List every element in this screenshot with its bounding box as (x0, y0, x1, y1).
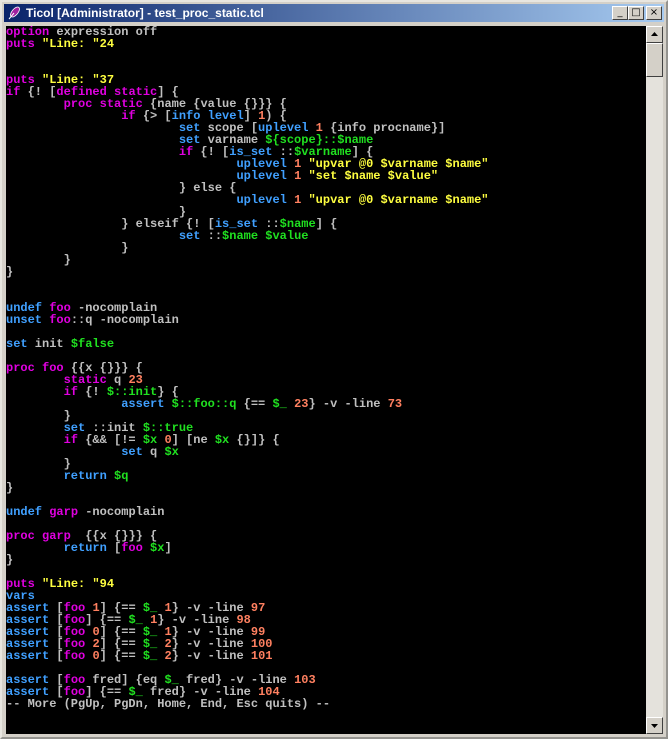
close-button[interactable]: × (646, 6, 662, 20)
code-token: } (6, 253, 71, 267)
console-line: } (6, 254, 646, 266)
code-token: 73 (387, 397, 403, 411)
console-line: unset foo::q -nocomplain (6, 314, 646, 326)
code-token: return (63, 469, 107, 483)
code-token: "set $name $value" (308, 169, 439, 183)
console-line: return [foo $x] (6, 542, 646, 554)
console-output[interactable]: option expression off puts "Line: "24 put… (6, 26, 646, 734)
console-line: set init $false (6, 338, 646, 350)
code-token: garp (49, 505, 79, 519)
code-token: {== (236, 397, 273, 411)
code-token: ::q -nocomplain (70, 313, 179, 327)
code-listing: option expression off puts "Line: "24 put… (6, 26, 646, 710)
console-line: assert [foo 0] {== $_ 2} -v -line 101 (6, 650, 646, 662)
code-token: ] { (315, 217, 338, 231)
code-token: 23 (294, 397, 309, 411)
code-token: init (27, 337, 71, 351)
code-token: $_ (272, 397, 287, 411)
code-token: "upvar @0 $varname $name" (308, 193, 489, 207)
code-token: [ (106, 541, 122, 555)
console-line: return $q (6, 470, 646, 482)
console-line: puts "Line: "24 (6, 38, 646, 50)
title-bar[interactable]: Ticol [Administrator] - test_proc_static… (4, 4, 664, 22)
code-token: 97 (250, 601, 266, 615)
code-token: $_ (142, 649, 158, 663)
code-token: } -v -line (308, 397, 388, 411)
code-token: $x (164, 445, 179, 459)
arrow-down-icon (651, 724, 658, 728)
console-line: } (6, 242, 646, 254)
code-token: 103 (294, 673, 316, 687)
scroll-down-button[interactable] (646, 717, 663, 734)
console-window: Ticol [Administrator] - test_proc_static… (0, 0, 668, 739)
code-token: $false (70, 337, 115, 351)
code-token: $x (214, 433, 230, 447)
scroll-up-button[interactable] (646, 26, 663, 43)
code-token: } -v -line (171, 649, 251, 663)
console-line: } (6, 482, 646, 494)
window-title: Ticol [Administrator] - test_proc_static… (26, 6, 264, 20)
code-token: :: (200, 229, 223, 243)
console-line: assert $::foo::q {== $_ 23} -v -line 73 (6, 398, 646, 410)
code-token: return (63, 541, 107, 555)
console-line: } (6, 266, 646, 278)
code-token: 0 (92, 649, 100, 663)
code-token: ] (164, 541, 172, 555)
console-line: puts "Line: "94 (6, 578, 646, 590)
code-token: $x (150, 541, 165, 555)
code-token: $name (222, 229, 259, 243)
console-line: } (6, 554, 646, 566)
code-token: [ (49, 649, 64, 663)
feather-pen-icon (8, 6, 20, 20)
code-token: ] {== (99, 649, 143, 663)
code-token: uplevel (236, 193, 287, 207)
code-token: assert (121, 397, 165, 411)
arrow-up-icon (651, 32, 658, 36)
code-token: -nocomplain (78, 505, 165, 519)
maximize-button[interactable]: □ (628, 6, 644, 20)
scroll-thumb[interactable] (646, 43, 663, 77)
console-line: -- More (PgUp, PgDn, Home, End, Esc quit… (6, 698, 646, 710)
code-token: $value (265, 229, 309, 243)
code-token: q (142, 445, 165, 459)
console-line: undef garp -nocomplain (6, 506, 646, 518)
code-token: 101 (250, 649, 273, 663)
code-token: $q (114, 469, 129, 483)
vertical-scrollbar[interactable] (646, 26, 663, 734)
code-token: foo (63, 649, 86, 663)
code-token: {}]} { (229, 433, 280, 447)
code-token: "Line: "94 (42, 577, 115, 591)
code-token: foo (49, 313, 71, 327)
code-token: $::foo::q (171, 397, 237, 411)
console-line: set q $x (6, 446, 646, 458)
code-token: set (178, 229, 201, 243)
code-token: "Line: "24 (42, 37, 115, 51)
code-token: 2 (164, 649, 172, 663)
code-token: set (121, 445, 143, 459)
code-token: uplevel (236, 169, 287, 183)
minimize-button[interactable]: _ (612, 6, 628, 20)
code-token: -- More (PgUp, PgDn, Home, End, Esc quit… (6, 697, 331, 711)
code-token: foo (121, 541, 143, 555)
